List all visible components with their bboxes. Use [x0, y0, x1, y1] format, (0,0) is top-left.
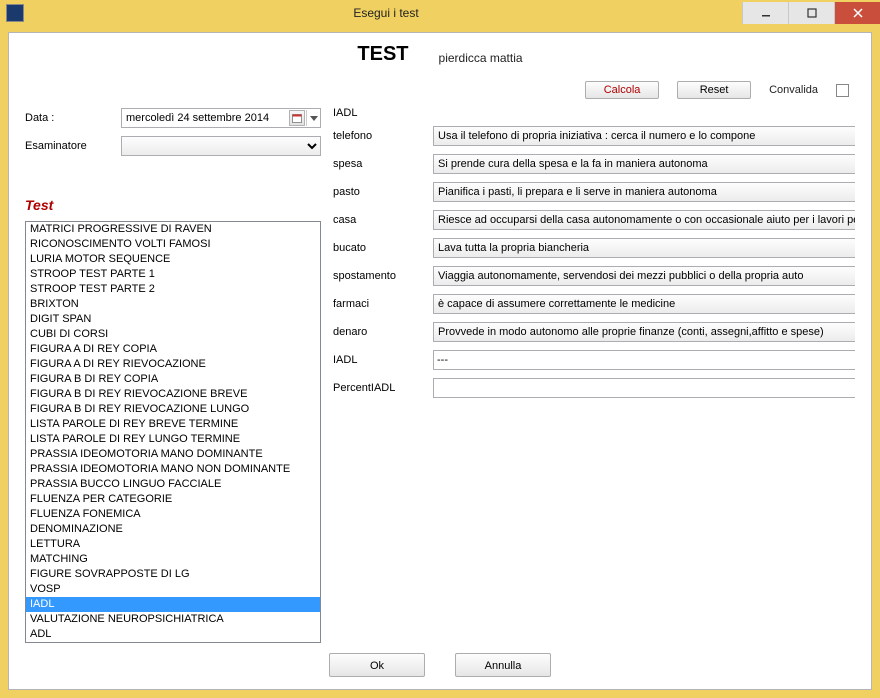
convalida-label: Convalida — [769, 84, 818, 96]
field-row: spesaSi prende cura della spesa e la fa … — [333, 153, 855, 175]
field-label: PercentIADL — [333, 382, 433, 394]
casa-select[interactable]: Riesce ad occuparsi della casa autonomam… — [433, 210, 855, 230]
field-label: IADL — [333, 354, 433, 366]
list-item[interactable]: FIGURA B DI REY COPIA — [26, 372, 320, 387]
list-item[interactable]: LETTURA — [26, 537, 320, 552]
minimize-button[interactable] — [742, 2, 788, 24]
list-item[interactable]: LISTA PAROLE DI REY LUNGO TERMINE — [26, 432, 320, 447]
reset-button[interactable]: Reset — [677, 81, 751, 99]
test-section-title: Test — [25, 197, 321, 213]
esaminatore-select[interactable] — [121, 136, 321, 156]
list-item[interactable]: DIGIT SPAN — [26, 312, 320, 327]
spesa-select[interactable]: Si prende cura della spesa e la fa in ma… — [433, 154, 855, 174]
field-label: bucato — [333, 242, 433, 254]
list-item[interactable]: FLUENZA PER CATEGORIE — [26, 492, 320, 507]
list-item[interactable]: LURIA MOTOR SEQUENCE — [26, 252, 320, 267]
field-label: casa — [333, 214, 433, 226]
field-row: pastoPianifica i pasti, li prepara e li … — [333, 181, 855, 203]
close-icon — [853, 8, 863, 18]
telefono-select[interactable]: Usa il telefono di propria iniziativa : … — [433, 126, 855, 146]
annulla-button[interactable]: Annulla — [455, 653, 551, 677]
calendar-icon[interactable] — [289, 110, 305, 126]
list-item[interactable]: FIGURA A DI REY RIEVOCAZIONE — [26, 357, 320, 372]
page-title: TEST — [357, 43, 408, 66]
list-item[interactable]: FIGURA A DI REY COPIA — [26, 342, 320, 357]
list-item[interactable]: PRASSIA IDEOMOTORIA MANO NON DOMINANTE — [26, 462, 320, 477]
field-row: IADL — [333, 349, 855, 371]
PercentIADL-input[interactable] — [433, 378, 855, 398]
field-label: pasto — [333, 186, 433, 198]
list-item[interactable]: FLUENZA FONEMICA — [26, 507, 320, 522]
window-title: Esegui i test — [30, 6, 742, 20]
field-label: spostamento — [333, 270, 433, 282]
list-item[interactable]: FIGURE SOVRAPPOSTE DI LG — [26, 567, 320, 582]
list-item[interactable]: IADL — [26, 597, 320, 612]
maximize-button[interactable] — [788, 2, 834, 24]
patient-name: pierdicca mattia — [439, 51, 523, 65]
field-row: farmaciè capace di assumere correttament… — [333, 293, 855, 315]
iadl-title: IADL — [333, 107, 855, 119]
field-row: denaroProvvede in modo autonomo alle pro… — [333, 321, 855, 343]
esaminatore-label: Esaminatore — [25, 140, 121, 152]
action-row: Calcola Reset Convalida — [25, 77, 855, 103]
date-dropdown-icon[interactable] — [306, 110, 320, 126]
footer: Ok Annulla — [25, 653, 855, 677]
field-row: spostamentoViaggia autonomamente, serven… — [333, 265, 855, 287]
bucato-select[interactable]: Lava tutta la propria biancheria — [433, 238, 855, 258]
field-row: PercentIADL — [333, 377, 855, 399]
pasto-select[interactable]: Pianifica i pasti, li prepara e li serve… — [433, 182, 855, 202]
field-label: farmaci — [333, 298, 433, 310]
IADL-input[interactable] — [433, 350, 855, 370]
spostamento-select[interactable]: Viaggia autonomamente, servendosi dei me… — [433, 266, 855, 286]
list-item[interactable]: FIGURA B DI REY RIEVOCAZIONE BREVE — [26, 387, 320, 402]
farmaci-select[interactable]: è capace di assumere correttamente le me… — [433, 294, 855, 314]
maximize-icon — [807, 8, 817, 18]
list-item[interactable]: VOSP — [26, 582, 320, 597]
field-label: telefono — [333, 130, 433, 142]
field-label: spesa — [333, 158, 433, 170]
list-item[interactable]: BRIXTON — [26, 297, 320, 312]
list-item[interactable]: PRASSIA BUCCO LINGUO FACCIALE — [26, 477, 320, 492]
titlebar: Esegui i test — [0, 0, 880, 26]
list-item[interactable]: MATCHING — [26, 552, 320, 567]
list-item[interactable]: STROOP TEST PARTE 1 — [26, 267, 320, 282]
denaro-select[interactable]: Provvede in modo autonomo alle proprie f… — [433, 322, 855, 342]
app-icon — [6, 4, 24, 22]
close-button[interactable] — [834, 2, 880, 24]
list-item[interactable]: CUBI DI CORSI — [26, 327, 320, 342]
list-item[interactable]: ADL — [26, 627, 320, 642]
list-item[interactable]: PRASSIA IDEOMOTORIA MANO DOMINANTE — [26, 447, 320, 462]
calcola-button[interactable]: Calcola — [585, 81, 659, 99]
list-item[interactable]: DENOMINAZIONE — [26, 522, 320, 537]
field-row: casaRiesce ad occuparsi della casa auton… — [333, 209, 855, 231]
header-row: TEST pierdicca mattia — [25, 43, 855, 71]
list-item[interactable]: MATRICI PROGRESSIVE DI RAVEN — [26, 222, 320, 237]
test-listbox[interactable]: MATRICI PROGRESSIVE DI RAVENRICONOSCIMEN… — [25, 221, 321, 643]
list-item[interactable]: STROOP TEST PARTE 2 — [26, 282, 320, 297]
list-item[interactable]: VALUTAZIONE NEUROPSICHIATRICA — [26, 612, 320, 627]
data-label: Data : — [25, 112, 121, 124]
field-row: bucatoLava tutta la propria biancheria — [333, 237, 855, 259]
minimize-icon — [761, 8, 771, 18]
list-item[interactable]: FIGURA B DI REY RIEVOCAZIONE LUNGO — [26, 402, 320, 417]
ok-button[interactable]: Ok — [329, 653, 425, 677]
field-label: denaro — [333, 326, 433, 338]
list-item[interactable]: LISTA PAROLE DI REY BREVE TERMINE — [26, 417, 320, 432]
data-value: mercoledì 24 settembre 2014 — [126, 112, 269, 124]
content-panel: TEST pierdicca mattia Calcola Reset Conv… — [8, 32, 872, 690]
convalida-checkbox[interactable] — [836, 84, 849, 97]
field-row: telefonoUsa il telefono di propria inizi… — [333, 125, 855, 147]
list-item[interactable]: RICONOSCIMENTO VOLTI FAMOSI — [26, 237, 320, 252]
data-datepicker[interactable]: mercoledì 24 settembre 2014 — [121, 108, 321, 128]
